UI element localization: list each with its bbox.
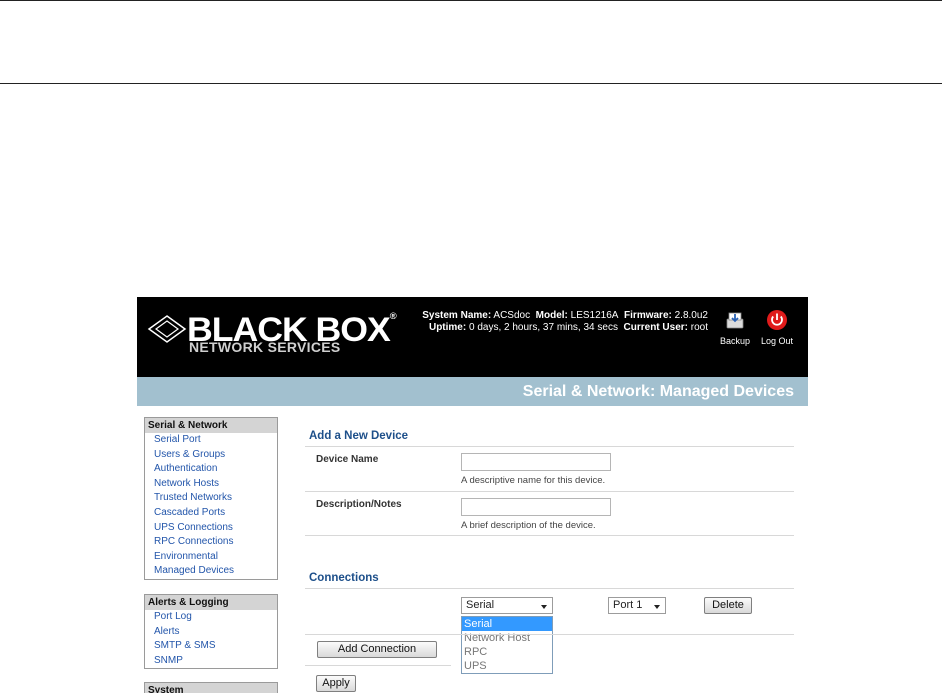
divider bbox=[305, 665, 451, 666]
nav-group-title: Alerts & Logging bbox=[145, 595, 277, 610]
dropdown-option-rpc[interactable]: RPC bbox=[462, 645, 552, 659]
sidebar-item-cascaded-ports[interactable]: Cascaded Ports bbox=[145, 506, 277, 521]
divider bbox=[305, 446, 794, 447]
divider bbox=[305, 634, 794, 635]
diamond-logo-icon bbox=[147, 315, 187, 343]
sidebar-item-trusted-networks[interactable]: Trusted Networks bbox=[145, 491, 277, 506]
dropdown-option-ups[interactable]: UPS bbox=[462, 659, 552, 673]
sidebar-item-alerts[interactable]: Alerts bbox=[145, 625, 277, 640]
page-title-bar: Serial & Network: Managed Devices bbox=[137, 377, 808, 406]
dropdown-option-serial[interactable]: Serial bbox=[462, 617, 552, 631]
description-label: Description/Notes bbox=[316, 499, 402, 510]
system-info-line-2: Uptime: 0 days, 2 hours, 37 mins, 34 sec… bbox=[428, 322, 708, 333]
delete-button[interactable]: Delete bbox=[704, 597, 752, 614]
description-input[interactable] bbox=[461, 498, 611, 516]
nav-group-title: System bbox=[145, 683, 277, 693]
apply-button[interactable]: Apply bbox=[316, 675, 356, 692]
device-name-label: Device Name bbox=[316, 454, 379, 465]
sidebar-item-rpc-connections[interactable]: RPC Connections bbox=[145, 535, 277, 550]
sidebar-item-managed-devices[interactable]: Managed Devices bbox=[145, 564, 277, 579]
add-device-section-title: Add a New Device bbox=[309, 430, 409, 442]
sidebar-item-snmp[interactable]: SNMP bbox=[145, 654, 277, 669]
divider bbox=[305, 588, 794, 589]
nav-group-title: Serial & Network bbox=[145, 418, 277, 433]
nav-group-serial-network: Serial & Network Serial Port Users & Gro… bbox=[144, 417, 278, 580]
logo-subtext: NETWORK SERVICES bbox=[189, 339, 341, 355]
logout-label: Log Out bbox=[760, 336, 794, 346]
sidebar-item-smtp-sms[interactable]: SMTP & SMS bbox=[145, 639, 277, 654]
logout-button[interactable]: Log Out bbox=[758, 309, 796, 346]
chevron-down-icon bbox=[541, 605, 547, 609]
nav-group-alerts-logging: Alerts & Logging Port Log Alerts SMTP & … bbox=[144, 594, 278, 670]
sidebar-item-network-hosts[interactable]: Network Hosts bbox=[145, 477, 277, 492]
system-info-line-1: System Name: ACSdoc Model: LES1216A Firm… bbox=[422, 310, 708, 321]
device-name-hint: A descriptive name for this device. bbox=[461, 475, 606, 486]
add-connection-button[interactable]: Add Connection bbox=[317, 641, 437, 658]
document-top-rule bbox=[0, 0, 942, 1]
sidebar-item-serial-port[interactable]: Serial Port bbox=[145, 433, 277, 448]
connection-type-dropdown-list: Serial Network Host RPC UPS bbox=[461, 616, 553, 674]
backup-button[interactable]: Backup bbox=[716, 309, 754, 346]
sidebar-item-users-groups[interactable]: Users & Groups bbox=[145, 448, 277, 463]
sidebar-item-port-log[interactable]: Port Log bbox=[145, 610, 277, 625]
connections-section-title: Connections bbox=[309, 572, 379, 584]
sidebar-item-authentication[interactable]: Authentication bbox=[145, 462, 277, 477]
backup-label: Backup bbox=[719, 336, 751, 346]
connection-type-select[interactable]: Serial bbox=[461, 597, 553, 614]
description-hint: A brief description of the device. bbox=[461, 520, 596, 531]
sidebar-item-ups-connections[interactable]: UPS Connections bbox=[145, 521, 277, 536]
divider bbox=[305, 491, 794, 492]
nav-group-system: System bbox=[144, 682, 278, 693]
device-name-input[interactable] bbox=[461, 453, 611, 471]
system-info: System Name: ACSdoc Model: LES1216A Firm… bbox=[422, 310, 708, 334]
page-title: Serial & Network: Managed Devices bbox=[522, 383, 794, 400]
document-header-rule bbox=[0, 83, 942, 84]
top-header: BLACK BOX® NETWORK SERVICES System Name:… bbox=[137, 297, 808, 377]
power-icon bbox=[767, 310, 787, 330]
chevron-down-icon bbox=[654, 605, 660, 609]
screenshot-frame: BLACK BOX® NETWORK SERVICES System Name:… bbox=[137, 297, 808, 693]
backup-icon bbox=[726, 312, 744, 329]
sidebar-item-environmental[interactable]: Environmental bbox=[145, 550, 277, 565]
port-select[interactable]: Port 1 bbox=[608, 597, 666, 614]
divider bbox=[305, 535, 794, 536]
